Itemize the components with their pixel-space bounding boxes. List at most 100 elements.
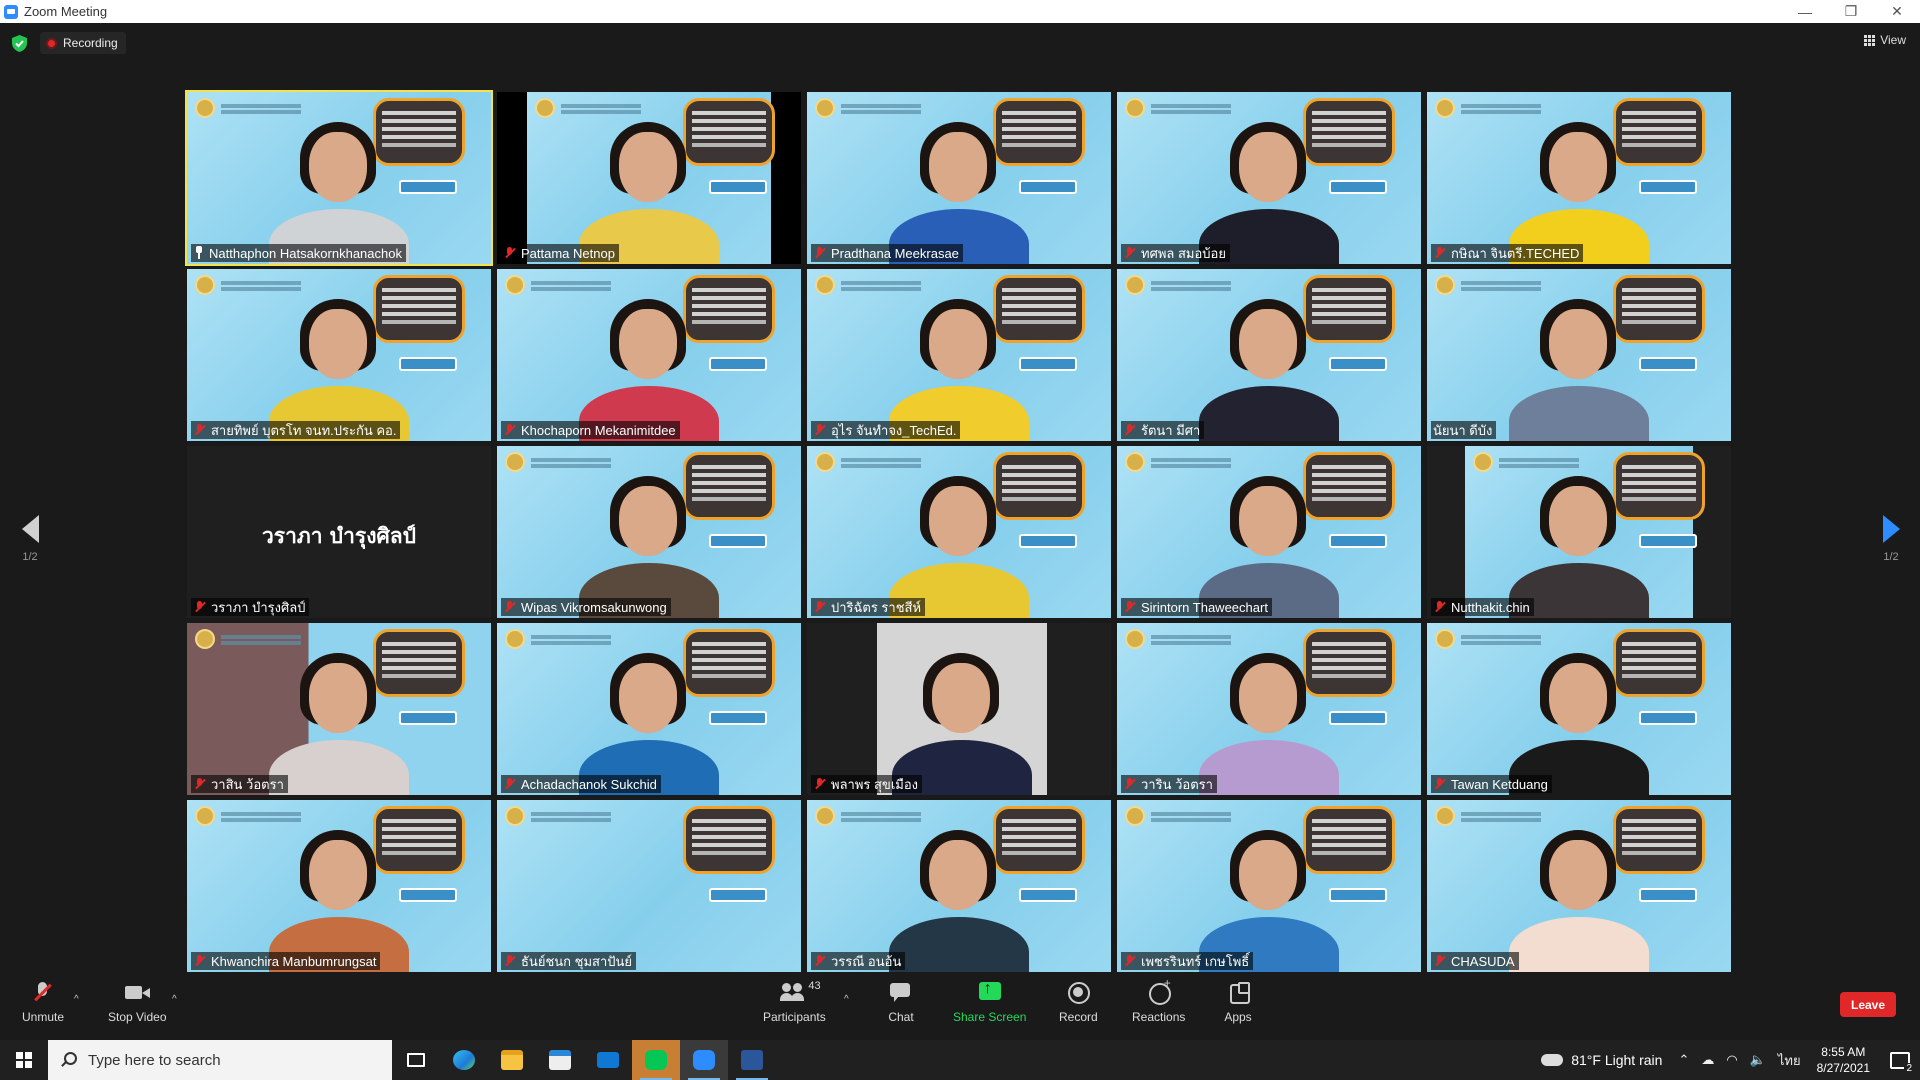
recording-indicator[interactable]: Recording bbox=[40, 32, 126, 54]
participant-tile[interactable]: Natthaphon Hatsakornkhanachok bbox=[185, 90, 493, 266]
participant-name: Pradthana Meekrasae bbox=[831, 245, 959, 261]
participant-name-label: ธันย์ชนก ชุมสาปันย์ bbox=[501, 952, 637, 970]
weather-cloud-icon bbox=[1541, 1054, 1564, 1066]
start-button[interactable] bbox=[0, 1040, 48, 1080]
participant-tile[interactable]: อุไร จันทำจง_TechEd. bbox=[807, 269, 1111, 441]
participant-tile[interactable]: ปาริฉัตร ราชสีห์ bbox=[807, 446, 1111, 618]
view-button[interactable]: View bbox=[1864, 33, 1906, 47]
participant-video-figure bbox=[1504, 291, 1654, 441]
meeting-controls: Unmute ^ Stop Video ^ 43 Participants ^ … bbox=[0, 976, 1920, 1039]
notification-count: 2 bbox=[1904, 1063, 1914, 1074]
participant-tile[interactable]: วาสิน ว้อตรา bbox=[187, 623, 491, 795]
zoom-app-icon bbox=[4, 4, 18, 19]
task-view-button[interactable] bbox=[392, 1040, 440, 1080]
minimize-button[interactable]: — bbox=[1782, 0, 1828, 23]
participant-tile[interactable]: CHASUDA bbox=[1427, 800, 1731, 972]
apps-button[interactable]: Apps bbox=[1224, 980, 1252, 1024]
microphone-muted-icon bbox=[503, 423, 517, 437]
chat-label: Chat bbox=[888, 1010, 914, 1024]
previous-page-button[interactable]: 1/2 bbox=[15, 515, 45, 563]
participant-tile[interactable]: Sirintorn Thaweechart bbox=[1117, 446, 1421, 618]
task-view-icon bbox=[407, 1053, 425, 1067]
next-page-button[interactable]: 1/2 bbox=[1876, 515, 1906, 563]
participant-tile[interactable]: วาริน ว้อตรา bbox=[1117, 623, 1421, 795]
page-indicator-left: 1/2 bbox=[22, 551, 38, 563]
participant-video-figure bbox=[574, 645, 724, 795]
participants-options-caret[interactable]: ^ bbox=[844, 994, 849, 1005]
taskbar-search[interactable]: Type here to search bbox=[48, 1040, 392, 1080]
onedrive-icon[interactable]: ☁ bbox=[1701, 1052, 1714, 1068]
leave-button[interactable]: Leave bbox=[1840, 992, 1896, 1017]
apps-icon bbox=[1224, 980, 1252, 1006]
taskbar-clock[interactable]: 8:55 AM 8/27/2021 bbox=[1817, 1044, 1870, 1076]
participant-tile[interactable]: สายทิพย์ บุตรโท จนท.ประกัน คอ. bbox=[187, 269, 491, 441]
mail-icon bbox=[597, 1052, 619, 1068]
taskbar-line[interactable] bbox=[632, 1040, 680, 1080]
participant-video-figure bbox=[884, 468, 1034, 618]
chevron-right-icon bbox=[1882, 515, 1900, 543]
participant-tile[interactable]: Tawan Ketduang bbox=[1427, 623, 1731, 795]
video-options-caret[interactable]: ^ bbox=[172, 994, 177, 1005]
restore-button[interactable]: ❐ bbox=[1828, 0, 1874, 23]
participant-tile[interactable]: เพชรรินทร์ เกษโพธิ์ bbox=[1117, 800, 1421, 972]
taskbar-file-explorer[interactable] bbox=[488, 1040, 536, 1080]
participants-count: 43 bbox=[808, 980, 821, 992]
microphone-muted-icon bbox=[1433, 777, 1447, 791]
participant-video-figure bbox=[264, 114, 414, 264]
participant-name-label: วรรณี อนอ้น bbox=[811, 952, 906, 970]
participants-button[interactable]: 43 Participants bbox=[763, 980, 826, 1024]
participant-tile[interactable]: ทศพล สมอบ้อย bbox=[1117, 92, 1421, 264]
record-button[interactable]: Record bbox=[1059, 980, 1098, 1024]
participant-tile[interactable]: Nutthakit.chin bbox=[1427, 446, 1731, 618]
notification-center-icon[interactable]: 2 bbox=[1880, 1040, 1920, 1080]
participant-tile[interactable]: Khochaporn Mekanimitdee bbox=[497, 269, 801, 441]
taskbar-mail[interactable] bbox=[584, 1040, 632, 1080]
share-screen-button[interactable]: Share Screen bbox=[953, 980, 1026, 1024]
participant-video-figure bbox=[574, 291, 724, 441]
participant-name: Natthaphon Hatsakornkhanachok bbox=[209, 245, 402, 261]
participant-tile[interactable]: พลาพร สุขเมือง bbox=[807, 623, 1111, 795]
online-tag bbox=[709, 888, 767, 902]
stop-video-button[interactable]: Stop Video bbox=[108, 980, 167, 1024]
participant-video-figure bbox=[1504, 822, 1654, 972]
participant-tile[interactable]: วรรณี อนอ้น bbox=[807, 800, 1111, 972]
unmute-button[interactable]: Unmute bbox=[22, 980, 64, 1024]
participant-tile[interactable]: ธันย์ชนก ชุมสาปันย์ bbox=[497, 800, 801, 972]
weather-text[interactable]: 81°F Light rain bbox=[1571, 1052, 1662, 1068]
tray-chevron-up-icon[interactable]: ⌃ bbox=[1678, 1052, 1689, 1068]
participants-icon: 43 bbox=[780, 980, 821, 1006]
microphone-muted-icon bbox=[193, 600, 207, 614]
chat-button[interactable]: Chat bbox=[887, 980, 915, 1024]
participant-video-figure bbox=[264, 822, 414, 972]
audio-options-caret[interactable]: ^ bbox=[74, 994, 79, 1005]
participant-tile[interactable]: นัยนา ดีบัง bbox=[1427, 269, 1731, 441]
participant-tile[interactable]: วราภา บำรุงศิลป์ วราภา บำรุงศิลป์ bbox=[187, 446, 491, 618]
participant-tile[interactable]: Wipas Vikromsakunwong bbox=[497, 446, 801, 618]
participant-tile[interactable]: Khwanchira Manbumrungsat bbox=[187, 800, 491, 972]
participant-name-label: เพชรรินทร์ เกษโพธิ์ bbox=[1121, 952, 1254, 970]
store-icon bbox=[549, 1050, 571, 1070]
participant-tile[interactable]: Achadachanok Sukchid bbox=[497, 623, 801, 795]
volume-icon[interactable]: 🔈 bbox=[1750, 1052, 1766, 1068]
participant-name: Pattama Netnop bbox=[521, 245, 615, 261]
zoom-taskbar-icon bbox=[693, 1050, 715, 1070]
security-shield-icon[interactable] bbox=[12, 35, 27, 52]
taskbar-word[interactable] bbox=[728, 1040, 776, 1080]
input-language[interactable]: ไทย bbox=[1778, 1050, 1801, 1071]
participant-video-figure bbox=[574, 468, 724, 618]
participant-tile[interactable]: กษิณา จินตรี.TECHED bbox=[1427, 92, 1731, 264]
participant-name: สายทิพย์ บุตรโท จนท.ประกัน คอ. bbox=[211, 422, 397, 438]
participant-tile[interactable]: รัตนา มีศา bbox=[1117, 269, 1421, 441]
taskbar-zoom[interactable] bbox=[680, 1040, 728, 1080]
participant-tile[interactable]: Pattama Netnop bbox=[497, 92, 801, 264]
wifi-icon[interactable]: ◠ bbox=[1726, 1052, 1737, 1068]
taskbar-store[interactable] bbox=[536, 1040, 584, 1080]
participant-name: อุไร จันทำจง_TechEd. bbox=[831, 422, 957, 438]
windows-taskbar: Type here to search 81°F Light rain ⌃ ☁ … bbox=[0, 1040, 1920, 1080]
close-button[interactable]: ✕ bbox=[1874, 0, 1920, 23]
reactions-button[interactable]: Reactions bbox=[1132, 976, 1185, 1024]
participant-name: Achadachanok Sukchid bbox=[521, 776, 657, 792]
participant-tile[interactable]: Pradthana Meekrasae bbox=[807, 92, 1111, 264]
participant-video-figure bbox=[1194, 822, 1344, 972]
taskbar-edge[interactable] bbox=[440, 1040, 488, 1080]
